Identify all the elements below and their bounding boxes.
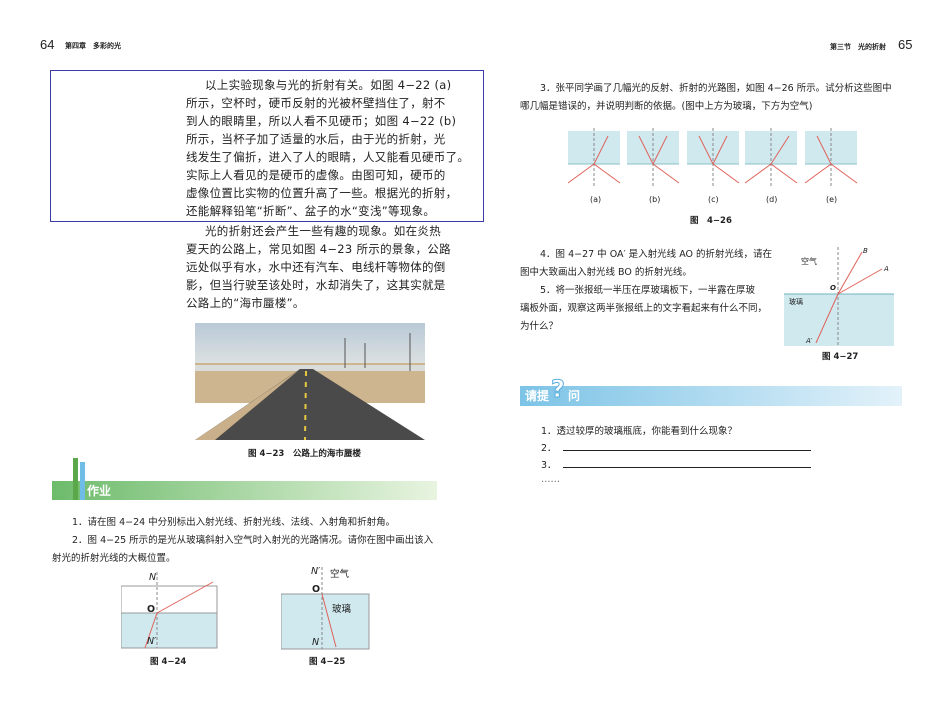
pencil-icon (73, 458, 78, 500)
question-3-cont: 哪几幅是错误的，并说明判断的依据。(图中上方为玻璃，下方为空气) (520, 101, 813, 112)
light-path-diagram (804, 128, 858, 188)
label-a-prime: A′ (806, 337, 813, 345)
text-line: 公路上的“海市蜃楼”。 (186, 296, 305, 310)
text-line: 影，但当行驶至该处时，水却消失了，这其实就是 (186, 278, 446, 292)
question-4-cont: 图中大致画出入射光线 BO 的折射光线。 (520, 267, 692, 278)
text-line: 线发生了偏折，进入了人的眼睛，人又能看见硬币了。 (186, 150, 470, 164)
text-line: 到人的眼睛里，所以人看不见硬币；如图 4−22 (b) (186, 114, 457, 128)
ellipsis: …… (541, 474, 560, 485)
label-c: (c) (708, 195, 719, 204)
label-o: O (312, 584, 321, 595)
label-n: N (149, 572, 157, 583)
label-air: 空气 (330, 569, 350, 580)
ask-item-2: 2． (541, 440, 811, 454)
ask-title: 请提 (525, 389, 550, 403)
label-a: A (884, 265, 889, 273)
ask-item-1: 1．透过较厚的玻璃瓶底，你能看到什么现象？ (541, 426, 738, 437)
text-line: 实际上人看见的是硬币的虚像。由图可知，硬币的 (186, 168, 446, 182)
text-line: 夏天的公路上，常见如图 4−23 所示的景象，公路 (186, 242, 451, 256)
label-glass: 玻璃 (789, 298, 803, 306)
label-a: (a) (590, 195, 602, 204)
ask-title: 问 (568, 389, 581, 403)
light-path-diagram (567, 128, 621, 188)
light-ray (804, 163, 832, 184)
light-ray (652, 163, 680, 184)
figure-caption-4-27: 图 4−27 (822, 352, 859, 362)
pencil-icon (80, 462, 85, 500)
question-5-cont: 璃板外面，观察这两半张报纸上的文字看起来有什么不同， (520, 303, 768, 314)
text-line: 所示，空杯时，硬币反射的光被杯壁挡住了，射不 (186, 96, 446, 110)
figure-caption-4-24: 图 4−24 (150, 657, 187, 667)
text-line: 所示，当杯子加了适量的水后，由于光的折射，光 (186, 132, 446, 146)
figure-caption-4-26: 图 4−26 (690, 216, 732, 226)
text-line: 远处似乎有水，水中还有汽车、电线杆等物体的倒 (186, 260, 446, 274)
page-number-left: 64 (40, 37, 55, 52)
item-number: 2． (541, 443, 557, 454)
question-mark-icon: ? (551, 375, 566, 404)
question-5: 5．将一张报纸一半压在厚玻璃板下，一半露在厚玻 (540, 285, 756, 296)
homework-q2: 2．图 4−25 所示的是光从玻璃斜射入空气时入射光的光路情况。请你在图中画出该… (72, 535, 434, 546)
homework-q2-cont: 射光的折射光线的大概位置。 (52, 553, 176, 564)
text-line: 以上实验现象与光的折射有关。如图 4−22 (a) (205, 78, 452, 92)
light-path-diagram (744, 128, 798, 188)
label-n-prime: N′ (147, 636, 157, 647)
light-ray (770, 163, 798, 184)
label-o: O (830, 284, 836, 292)
label-e: (e) (826, 195, 838, 204)
answer-blank[interactable] (562, 442, 811, 451)
label-b: B (863, 247, 868, 255)
text-line: 虚像位置比实物的位置升高了一些。根据光的折射， (186, 186, 458, 200)
homework-q1: 1．请在图 4−24 中分别标出入射光线、折射光线、法线、入射角和折射角。 (72, 517, 396, 528)
question-3: 3．张平同学画了几幅光的反射、折射的光路图，如图 4−26 所示。试分析这些图中 (540, 83, 892, 94)
label-n: N (312, 637, 320, 648)
page-number-right: 65 (898, 37, 913, 52)
label-air: 空气 (801, 257, 817, 266)
answer-blank[interactable] (562, 459, 811, 468)
homework-title: 作业 (87, 484, 112, 498)
label-d: (d) (766, 195, 778, 204)
label-n-prime: N′ (311, 566, 321, 577)
chapter-header: 第四章 多彩的光 (65, 42, 121, 50)
label-o: O (147, 604, 156, 615)
light-ray (567, 163, 595, 184)
question-5-cont: 为什么？ (520, 321, 559, 332)
item-number: 3． (541, 460, 557, 471)
ask-item-3: 3． (541, 457, 811, 471)
label-b: (b) (649, 195, 661, 204)
figure-caption-4-23: 图 4−23 公路上的海市蜃楼 (248, 449, 361, 459)
figure-caption-4-25: 图 4−25 (309, 657, 346, 667)
light-ray (593, 163, 621, 184)
light-ray (744, 163, 772, 184)
light-ray (712, 163, 740, 184)
light-path-diagram (627, 128, 680, 188)
text-line: 光的折射还会产生一些有趣的现象。如在炎热 (205, 224, 441, 238)
question-4: 4．图 4−27 中 OA′ 是入射光线 AO 的折射光线，请在 (540, 249, 773, 260)
light-ray (830, 163, 858, 184)
light-path-diagram (687, 128, 740, 188)
section-header: 第三节 光的折射 (830, 43, 886, 51)
mirage-road-photo (195, 323, 425, 440)
text-line: 还能解释铅笔“折断”、盆子的水“变浅”等现象。 (186, 204, 436, 218)
label-glass: 玻璃 (332, 604, 352, 615)
